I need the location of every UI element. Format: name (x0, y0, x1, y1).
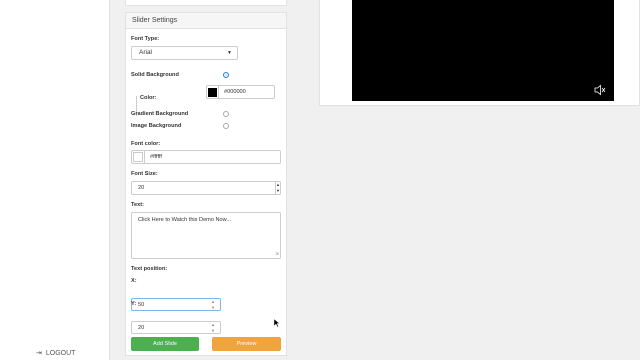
logout-icon: ⇥ (36, 350, 42, 357)
font-size-label: Font Size: (131, 171, 158, 177)
video-preview[interactable] (352, 0, 614, 101)
upper-panel-stub (125, 0, 287, 6)
logout-link[interactable]: ⇥ LOGOUT (36, 349, 76, 358)
y-spinner-icon[interactable]: ▲ ▼ (211, 322, 215, 333)
preview-button[interactable]: Preview (212, 337, 281, 351)
add-slide-button[interactable]: Add Slide (131, 337, 199, 351)
solid-background-label: Solid Background (131, 72, 179, 78)
speaker-muted-icon[interactable] (594, 84, 606, 96)
text-position-label: Text position: (131, 266, 168, 272)
x-spinner-icon[interactable]: ▲ ▼ (211, 299, 215, 310)
font-type-select[interactable]: Arial ▼ (131, 46, 238, 60)
logout-label: LOGOUT (45, 349, 76, 357)
panel-title: Slider Settings (126, 13, 286, 29)
slide-text-value: Click Here to Watch this Demo Now... (138, 217, 232, 223)
font-type-value: Arial (139, 49, 153, 56)
mouse-cursor-icon (274, 319, 280, 327)
gradient-background-label: Gradient Background (131, 111, 189, 117)
font-color-label: Font color: (131, 141, 161, 147)
solid-background-radio[interactable] (223, 72, 229, 78)
y-position-value: 20 (138, 325, 145, 331)
font-size-select[interactable]: 20 ▲ ▼ (131, 181, 281, 195)
font-color-picker[interactable]: #ffffff (131, 150, 281, 164)
y-label: Y: (131, 301, 137, 307)
font-color-swatch[interactable] (132, 151, 145, 163)
background-color-picker[interactable]: #000000 (206, 85, 275, 99)
image-background-label: Image Background (131, 123, 182, 129)
background-color-value[interactable]: #000000 (219, 86, 246, 98)
slide-text-area[interactable]: Click Here to Watch this Demo Now... ⇲ (131, 212, 281, 259)
x-position-value: 50 (138, 302, 145, 308)
color-label: Color: (140, 95, 157, 101)
resize-handle-icon[interactable]: ⇲ (275, 251, 279, 257)
font-color-value[interactable]: #ffffff (145, 151, 162, 163)
image-background-radio[interactable] (223, 123, 229, 129)
x-label: X: (131, 278, 137, 284)
y-position-input[interactable]: 20 ▲ ▼ (131, 321, 221, 334)
gradient-background-radio[interactable] (223, 111, 229, 117)
font-size-value: 20 (138, 185, 145, 191)
text-label: Text: (131, 202, 144, 208)
x-position-input[interactable]: 50 ▲ ▼ (131, 298, 221, 311)
font-type-label: Font Type: (131, 36, 160, 42)
slide-preview-panel (319, 0, 640, 106)
left-sidebar: ⇥ LOGOUT (0, 0, 110, 360)
background-color-swatch[interactable] (207, 86, 219, 98)
font-size-spinner[interactable]: ▲ ▼ (275, 182, 280, 194)
slider-settings-panel: Slider Settings Font Type: Arial ▼ Solid… (125, 12, 287, 356)
caret-down-icon: ▼ (227, 50, 232, 56)
